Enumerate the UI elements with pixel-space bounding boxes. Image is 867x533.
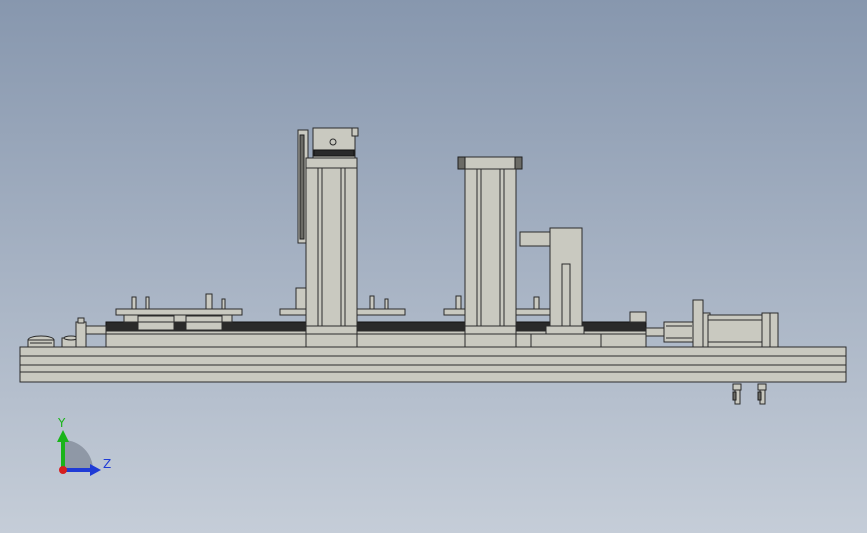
servo-motor[interactable] (645, 299, 779, 348)
orientation-triad: Y Z (57, 416, 111, 476)
mounting-feet (732, 383, 767, 405)
left-end-stop[interactable] (27, 317, 107, 348)
left-vertical-actuator[interactable] (279, 127, 359, 348)
right-vertical-actuator[interactable] (457, 156, 523, 348)
middle-mount-plate[interactable] (356, 295, 467, 316)
cad-viewport[interactable]: Y Z (0, 0, 867, 533)
triad-origin-point (59, 466, 67, 474)
triad-plane-quadrant (63, 440, 93, 470)
y-axis-arrowhead (57, 430, 69, 442)
z-axis-label: Z (103, 457, 111, 471)
model-canvas[interactable]: Y Z (0, 0, 867, 533)
y-axis-label: Y (57, 416, 66, 430)
base-plate[interactable] (19, 346, 847, 383)
z-axis-arrowhead (90, 464, 101, 476)
